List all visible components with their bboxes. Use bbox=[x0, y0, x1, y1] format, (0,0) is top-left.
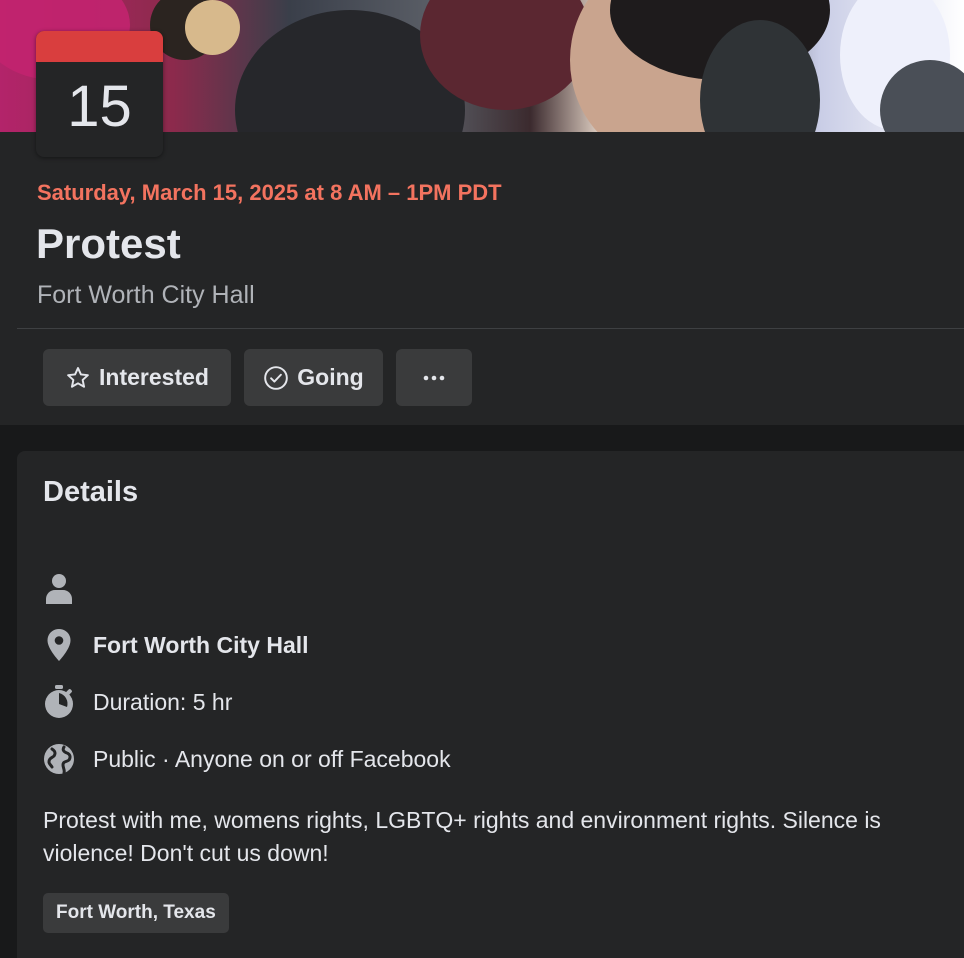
event-location-link[interactable]: Fort Worth City Hall bbox=[37, 281, 255, 310]
going-button[interactable]: Going bbox=[244, 349, 383, 406]
check-circle-icon bbox=[263, 365, 289, 391]
interested-button[interactable]: Interested bbox=[43, 349, 231, 406]
host-row bbox=[43, 571, 93, 605]
duration-text: Duration: 5 hr bbox=[93, 688, 233, 715]
person-icon bbox=[43, 571, 75, 605]
more-options-button[interactable] bbox=[396, 349, 472, 406]
header-divider bbox=[17, 328, 964, 329]
duration-row: Duration: 5 hr bbox=[43, 685, 232, 719]
map-pin-icon bbox=[43, 628, 75, 662]
calendar-header-bar bbox=[36, 31, 163, 62]
privacy-text: Public · Anyone on or off Facebook bbox=[93, 745, 451, 772]
going-label: Going bbox=[297, 364, 364, 390]
details-heading: Details bbox=[43, 476, 139, 508]
location-row: Fort Worth City Hall bbox=[43, 628, 309, 662]
more-dots-icon bbox=[422, 374, 446, 382]
details-card: Details Fort Worth City Hall Duration: 5… bbox=[17, 451, 964, 958]
event-date-time: Saturday, March 15, 2025 at 8 AM – 1PM P… bbox=[37, 180, 502, 205]
calendar-day: 15 bbox=[67, 74, 132, 139]
stopwatch-icon bbox=[43, 685, 75, 719]
location-tag[interactable]: Fort Worth, Texas bbox=[43, 893, 229, 933]
star-icon bbox=[65, 365, 91, 391]
event-title: Protest bbox=[36, 220, 181, 267]
globe-icon bbox=[43, 742, 75, 776]
event-description: Protest with me, womens rights, LGBTQ+ r… bbox=[43, 807, 881, 866]
interested-label: Interested bbox=[99, 364, 209, 390]
calendar-date-badge: 15 bbox=[36, 31, 163, 157]
privacy-row: Public · Anyone on or off Facebook bbox=[43, 742, 451, 776]
location-text[interactable]: Fort Worth City Hall bbox=[93, 632, 309, 659]
